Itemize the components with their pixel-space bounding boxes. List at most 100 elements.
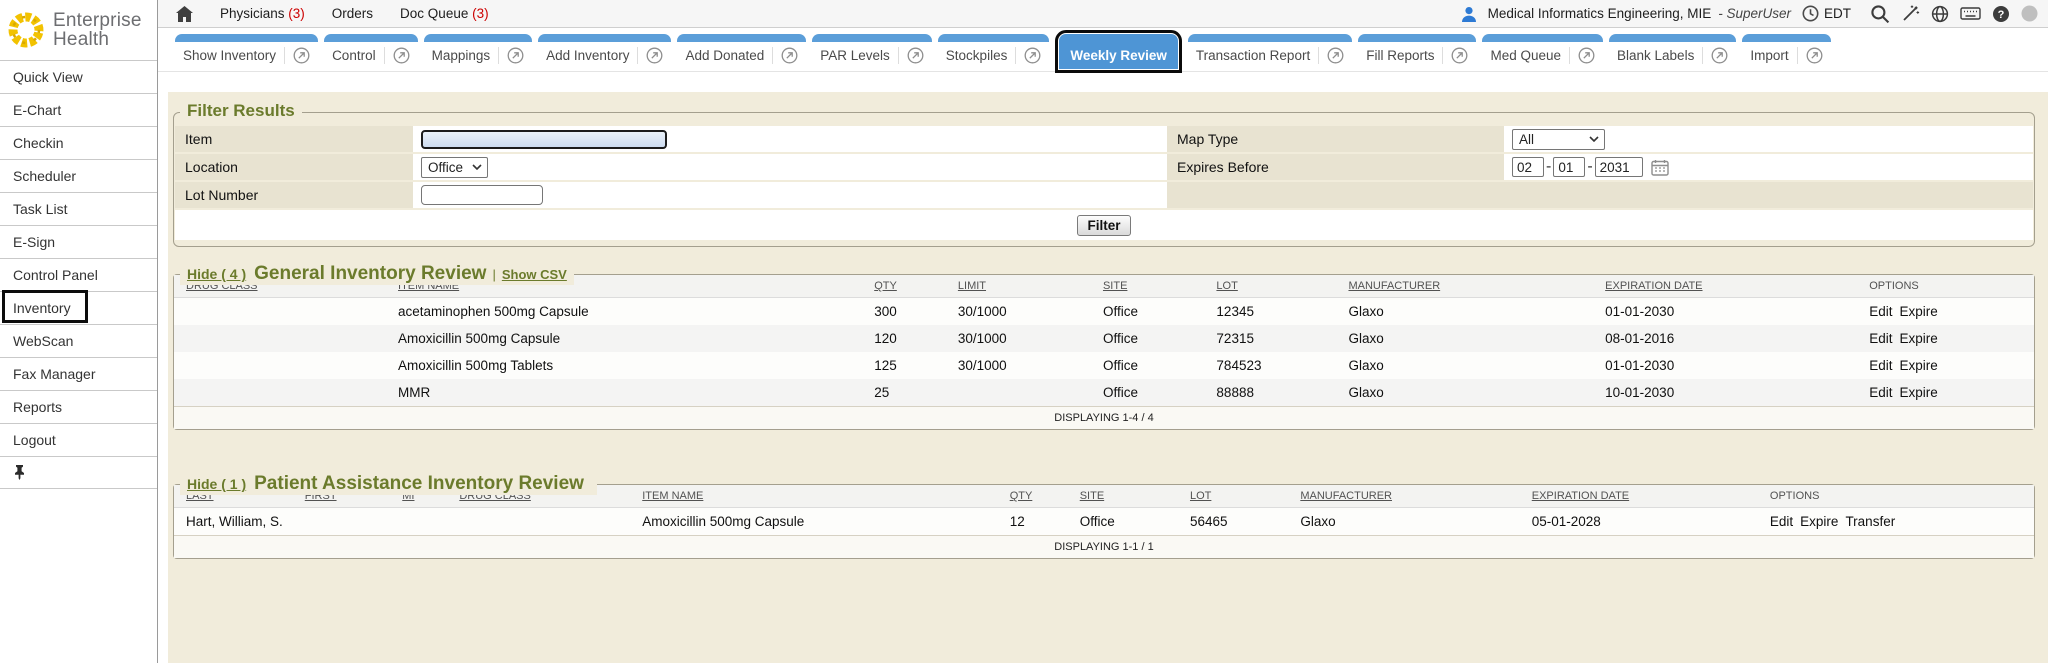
column-header-expiration-date[interactable]: EXPIRATION DATE xyxy=(1593,275,1857,298)
globe-icon[interactable] xyxy=(1931,5,1949,23)
column-header-expiration-date[interactable]: EXPIRATION DATE xyxy=(1520,485,1758,508)
column-header-manufacturer[interactable]: MANUFACTURER xyxy=(1288,485,1519,508)
expires-month-input[interactable]: 02 xyxy=(1512,157,1544,177)
tab-top-strip xyxy=(938,34,1050,42)
tab-body: Mappings xyxy=(424,42,533,69)
tab-mappings[interactable]: Mappings xyxy=(424,34,533,69)
tab-blank-labels[interactable]: Blank Labels xyxy=(1609,34,1736,69)
sidebar-item-inventory[interactable]: Inventory xyxy=(0,291,157,324)
item-input[interactable] xyxy=(421,130,667,149)
help-icon[interactable]: ? xyxy=(1992,5,2010,23)
tab-open-icon[interactable] xyxy=(1569,47,1595,64)
filter-legend: Filter Results xyxy=(180,101,302,121)
sidebar-item-scheduler[interactable]: Scheduler xyxy=(0,159,157,192)
tab-import[interactable]: Import xyxy=(1742,34,1830,69)
cell-options: Edit Expire xyxy=(1857,298,2034,326)
cell-options: Edit Expire xyxy=(1857,325,2034,352)
show-csv-link[interactable]: Show CSV xyxy=(502,267,567,282)
table-row: Amoxicillin 500mg Tablets12530/1000Offic… xyxy=(174,352,2034,379)
expire-link[interactable]: Expire xyxy=(1800,514,1838,529)
expires-day-input[interactable]: 01 xyxy=(1553,157,1585,177)
tab-add-inventory[interactable]: Add Inventory xyxy=(538,34,671,69)
tab-open-icon[interactable] xyxy=(1318,47,1344,64)
wand-icon[interactable] xyxy=(1901,4,1920,23)
tab-fill-reports[interactable]: Fill Reports xyxy=(1358,34,1476,69)
sidebar-item-e-chart[interactable]: E-Chart xyxy=(0,93,157,126)
sidebar-item-control-panel[interactable]: Control Panel xyxy=(0,258,157,291)
cell-limit: 30/1000 xyxy=(946,352,1091,379)
topbar-link-orders[interactable]: Orders xyxy=(332,6,373,21)
map-type-select[interactable]: All xyxy=(1512,129,1605,150)
sidebar-item-reports[interactable]: Reports xyxy=(0,390,157,423)
edit-link[interactable]: Edit xyxy=(1869,358,1892,373)
expire-link[interactable]: Expire xyxy=(1900,331,1938,346)
tab-open-icon[interactable] xyxy=(1702,47,1728,64)
tab-show-inventory[interactable]: Show Inventory xyxy=(175,34,318,69)
column-header-site[interactable]: SITE xyxy=(1068,485,1178,508)
home-icon[interactable] xyxy=(176,6,193,22)
tab-add-donated[interactable]: Add Donated xyxy=(677,34,806,69)
column-header-site[interactable]: SITE xyxy=(1091,275,1204,298)
cell-expiration: 01-01-2030 xyxy=(1593,352,1857,379)
clock-icon[interactable] xyxy=(1802,5,1819,22)
tab-med-queue[interactable]: Med Queue xyxy=(1482,34,1603,69)
tab-open-icon[interactable] xyxy=(637,47,663,64)
tab-open-icon[interactable] xyxy=(1797,47,1823,64)
column-header-label: LIMIT xyxy=(958,280,986,292)
keyboard-icon[interactable] xyxy=(1960,6,1981,21)
tab-open-icon[interactable] xyxy=(498,47,524,64)
item-label: Item xyxy=(175,126,413,152)
column-header-qty[interactable]: QTY xyxy=(998,485,1068,508)
tab-open-icon[interactable] xyxy=(1015,47,1041,64)
tab-weekly-review[interactable]: Weekly Review xyxy=(1059,34,1178,69)
filter-button[interactable]: Filter xyxy=(1077,215,1130,236)
tab-open-icon[interactable] xyxy=(1442,47,1468,64)
tab-transaction-report[interactable]: Transaction Report xyxy=(1188,34,1352,69)
expire-link[interactable]: Expire xyxy=(1900,304,1938,319)
general-hide-link[interactable]: Hide ( 4 ) xyxy=(187,266,246,282)
tab-open-icon[interactable] xyxy=(898,47,924,64)
search-icon[interactable] xyxy=(1870,4,1890,24)
sidebar-pin[interactable] xyxy=(0,456,157,489)
notification-count: (3) xyxy=(468,6,488,21)
patient-hide-link[interactable]: Hide ( 1 ) xyxy=(187,476,246,492)
sidebar-item-logout[interactable]: Logout xyxy=(0,423,157,456)
tab-par-levels[interactable]: PAR Levels xyxy=(812,34,932,69)
column-header-limit[interactable]: LIMIT xyxy=(946,275,1091,298)
sidebar-item-e-sign[interactable]: E-Sign xyxy=(0,225,157,258)
topbar-link-doc-queue[interactable]: Doc Queue (3) xyxy=(400,6,489,21)
tab-control[interactable]: Control xyxy=(324,34,418,69)
column-header-label: MANUFACTURER xyxy=(1348,280,1440,292)
sidebar-item-fax-manager[interactable]: Fax Manager xyxy=(0,357,157,390)
cell-item-name: Amoxicillin 500mg Tablets xyxy=(386,352,862,379)
expire-link[interactable]: Expire xyxy=(1900,358,1938,373)
column-header-lot[interactable]: LOT xyxy=(1204,275,1336,298)
edit-link[interactable]: Edit xyxy=(1869,385,1892,400)
sidebar-item-quick-view[interactable]: Quick View xyxy=(0,60,157,93)
cell-drug-class xyxy=(174,325,386,352)
tab-open-icon[interactable] xyxy=(772,47,798,64)
transfer-link[interactable]: Transfer xyxy=(1845,514,1895,529)
column-header-item-name[interactable]: ITEM NAME xyxy=(630,485,997,508)
expire-link[interactable]: Expire xyxy=(1900,385,1938,400)
tab-open-icon[interactable] xyxy=(284,47,310,64)
sidebar-item-label: WebScan xyxy=(13,333,73,349)
expires-year-input[interactable]: 2031 xyxy=(1595,157,1643,177)
column-header-lot[interactable]: LOT xyxy=(1178,485,1288,508)
sidebar-item-webscan[interactable]: WebScan xyxy=(0,324,157,357)
sidebar-item-task-list[interactable]: Task List xyxy=(0,192,157,225)
column-header-manufacturer[interactable]: MANUFACTURER xyxy=(1336,275,1593,298)
edit-link[interactable]: Edit xyxy=(1869,331,1892,346)
column-header-qty[interactable]: QTY xyxy=(862,275,946,298)
tab-open-icon[interactable] xyxy=(384,47,410,64)
edit-link[interactable]: Edit xyxy=(1770,514,1793,529)
calendar-icon[interactable] xyxy=(1651,159,1669,176)
edit-link[interactable]: Edit xyxy=(1869,304,1892,319)
lot-number-input[interactable] xyxy=(421,185,543,205)
topbar-link-physicians[interactable]: Physicians (3) xyxy=(220,6,305,21)
sidebar-item-checkin[interactable]: Checkin xyxy=(0,126,157,159)
location-select[interactable]: Office xyxy=(421,157,488,178)
cell-item-name: Amoxicillin 500mg Capsule xyxy=(630,508,997,536)
tab-stockpiles[interactable]: Stockpiles xyxy=(938,34,1050,69)
cell-qty: 12 xyxy=(998,508,1068,536)
